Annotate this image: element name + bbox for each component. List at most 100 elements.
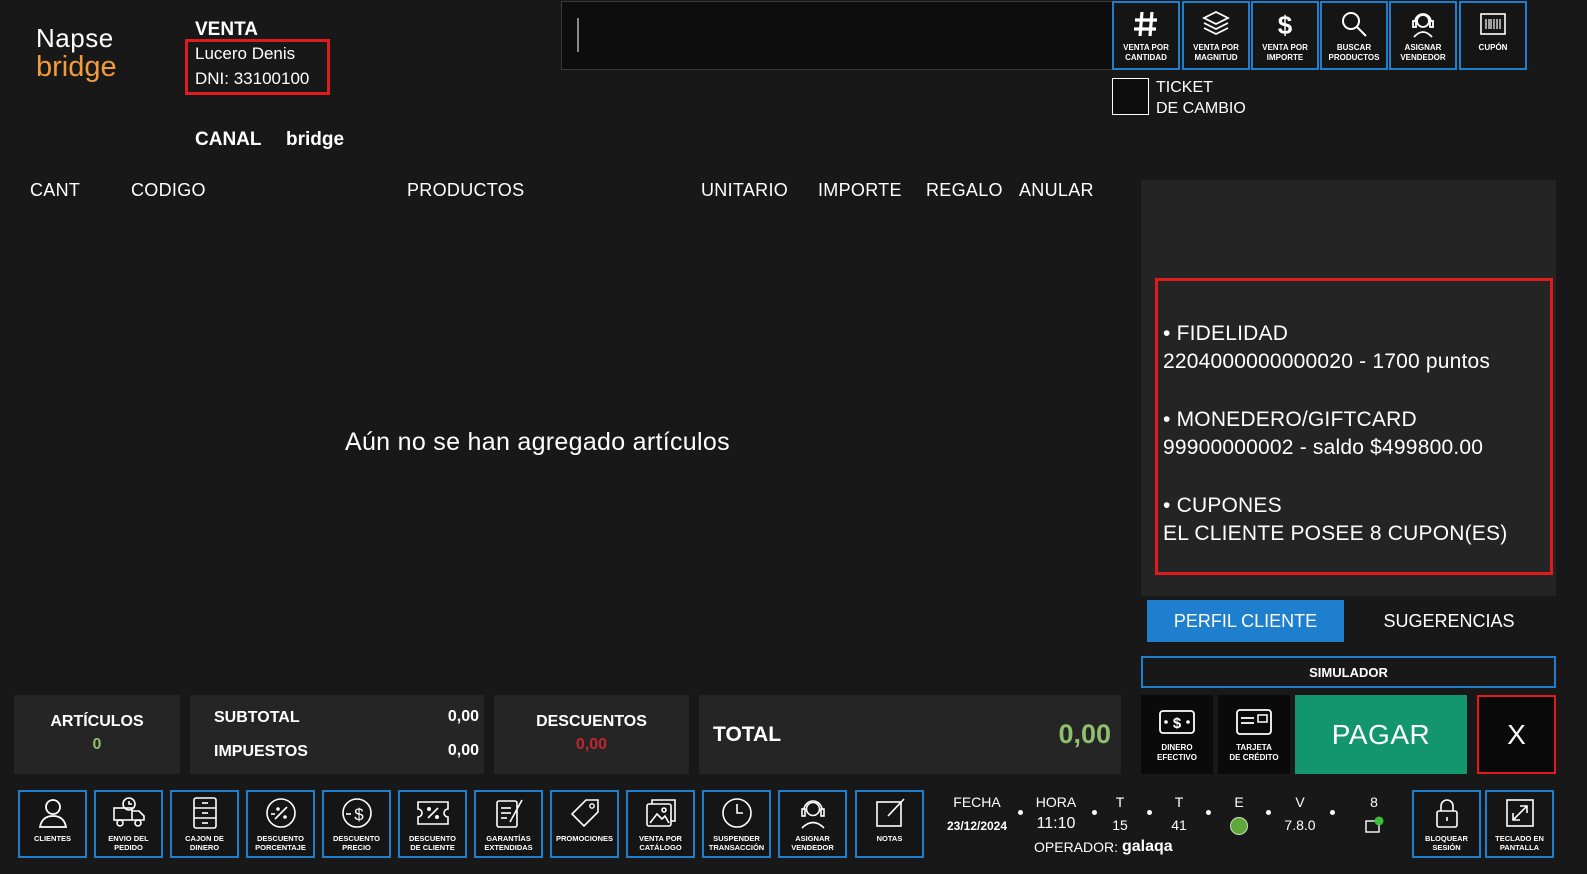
product-search-input[interactable]: [561, 1, 1115, 70]
tag-icon: [570, 799, 599, 828]
ticket-cambio-checkbox[interactable]: [1112, 78, 1149, 115]
cupones-title: • CUPONES: [1163, 494, 1282, 517]
notas-button[interactable]: NOTAS: [855, 790, 924, 858]
tab-sugerencias[interactable]: SUGERENCIAS: [1344, 600, 1554, 642]
hora-label: HORA: [1035, 794, 1077, 810]
garantias-extendidas-button[interactable]: GARANTÍAS EXTENDIDAS: [474, 790, 543, 858]
separator-dot: [1092, 810, 1097, 815]
card-label: TARJETA DE CRÉDITO: [1229, 743, 1279, 762]
suspender-transaccion-button[interactable]: SUSPENDER TRANSACCIÓN: [702, 790, 771, 858]
pagar-button[interactable]: PAGAR: [1295, 695, 1467, 774]
separator-dot: [1147, 810, 1152, 815]
catalog-icon: [645, 799, 676, 827]
articulos-value: 0: [92, 736, 102, 753]
impuestos-value: 0,00: [447, 742, 479, 759]
asignar-vendedor-button[interactable]: ASIGNAR VENDEDOR: [1389, 1, 1457, 70]
articulos-label: ARTÍCULOS: [50, 713, 144, 730]
venta-catalogo-button[interactable]: VENTA POR CATÁLOGO: [626, 790, 695, 858]
svg-text:$: $: [1278, 10, 1293, 39]
customer-dni: DNI: 33100100: [195, 69, 310, 88]
envio-pedido-button[interactable]: ENVIO DEL PEDIDO: [94, 790, 163, 858]
dinero-efectivo-button[interactable]: $ DINERO EFECTIVO: [1141, 695, 1213, 774]
truck-icon: [112, 797, 145, 827]
total-label: TOTAL: [713, 723, 782, 746]
descuento-cliente-button[interactable]: DESCUENTO DE CLIENTE: [398, 790, 467, 858]
hash-icon: [1134, 11, 1157, 37]
bottom-label: ASIGNAR VENDEDOR: [791, 834, 834, 852]
toolbar-label: CUPÓN: [1478, 43, 1508, 52]
expand-icon: [1505, 799, 1534, 827]
cancel-sale-button[interactable]: X: [1477, 695, 1556, 774]
v-label: V: [1295, 794, 1305, 810]
col-header-cant: CANT: [30, 180, 81, 200]
bottom-label: PROMOCIONES: [555, 834, 614, 843]
articulos-box: ARTÍCULOS 0: [14, 695, 180, 774]
cajon-dinero-button[interactable]: CAJON DE DINERO: [170, 790, 239, 858]
fecha-value: 23/12/2024: [946, 819, 1008, 833]
bottom-label: VENTA POR CATÁLOGO: [639, 834, 682, 852]
operador-label: OPERADOR:: [1034, 839, 1119, 855]
descuento-precio-button[interactable]: $ DESCUENTO PRECIO: [322, 790, 391, 858]
coupon-icon: [416, 801, 449, 825]
simulador-button[interactable]: SIMULADOR: [1141, 656, 1556, 688]
fidelidad-title: • FIDELIDAD: [1163, 322, 1289, 345]
promociones-button[interactable]: PROMOCIONES: [550, 790, 619, 858]
text-cursor: [577, 18, 579, 52]
credit-card-icon: [1236, 709, 1272, 735]
lock-icon: [1435, 799, 1458, 828]
venta-por-importe-button[interactable]: $ VENTA POR IMPORTE: [1251, 1, 1319, 70]
subtotal-box: SUBTOTAL 0,00 IMPUESTOS 0,00: [190, 695, 484, 774]
layers-icon: [1201, 10, 1231, 36]
dollar-icon: $: [1278, 10, 1293, 39]
monedero-title: • MONEDERO/GIFTCARD: [1163, 408, 1417, 431]
bottom-label: TECLADO EN PANTALLA: [1495, 834, 1544, 852]
note-icon: [875, 798, 905, 827]
tab-perfil-cliente[interactable]: PERFIL CLIENTE: [1147, 600, 1344, 642]
clock-icon: [721, 798, 752, 828]
tarjeta-credito-button[interactable]: TARJETA DE CRÉDITO: [1218, 695, 1290, 774]
monedero-value: 99900000002 - saldo $499800.00: [1163, 436, 1484, 459]
notification-count: 8: [1370, 794, 1378, 810]
t1-label: T: [1115, 794, 1125, 810]
bottom-label: CLIENTES: [33, 834, 72, 843]
total-box: TOTAL 0,00: [699, 695, 1121, 774]
headset-icon: [1412, 13, 1434, 38]
logo-bridge: bridge: [36, 51, 117, 83]
pos-screen: Napse bridge VENTA Lucero Denis DNI: 331…: [0, 0, 1587, 874]
clientes-button[interactable]: CLIENTES: [18, 790, 87, 858]
cash-icon: $: [1159, 710, 1195, 734]
bottom-label: DESCUENTO PORCENTAJE: [255, 834, 306, 852]
teclado-pantalla-button[interactable]: TECLADO EN PANTALLA: [1485, 790, 1554, 858]
col-header-regalo: REGALO: [926, 180, 1003, 200]
descuentos-value: 0,00: [575, 736, 608, 753]
cupon-button[interactable]: CUPÓN: [1459, 1, 1527, 70]
search-icon: [1342, 12, 1367, 37]
descuento-porcentaje-button[interactable]: DESCUENTO PORCENTAJE: [246, 790, 315, 858]
customer-name: Lucero Denis: [195, 44, 296, 63]
notification-icon[interactable]: [1364, 816, 1384, 834]
bottom-label: ENVIO DEL PEDIDO: [108, 834, 149, 852]
subtotal-value: 0,00: [447, 708, 479, 725]
v-value: 7.8.0: [1284, 817, 1316, 833]
bottom-label: CAJON DE DINERO: [185, 834, 224, 852]
operador-value: galaqa: [1122, 838, 1173, 855]
fidelidad-value: 2204000000000020 - 1700 puntos: [1163, 350, 1491, 373]
col-header-unitario: UNITARIO: [701, 180, 789, 200]
impuestos-label: IMPUESTOS: [214, 743, 308, 760]
col-header-importe: IMPORTE: [818, 180, 902, 200]
venta-por-magnitud-button[interactable]: VENTA POR MAGNITUD: [1182, 1, 1250, 70]
asignar-vendedor-bottom-button[interactable]: ASIGNAR VENDEDOR: [778, 790, 847, 858]
bottom-label: NOTAS: [876, 834, 903, 843]
venta-por-cantidad-button[interactable]: VENTA POR CANTIDAD: [1112, 1, 1180, 70]
toolbar-label: VENTA POR MAGNITUD: [1193, 43, 1239, 62]
buscar-productos-button[interactable]: BUSCAR PRODUCTOS: [1320, 1, 1388, 70]
descuentos-box: DESCUENTOS 0,00: [494, 695, 689, 774]
bottom-label: DESCUENTO DE CLIENTE: [409, 834, 456, 852]
bottom-label: DESCUENTO PRECIO: [333, 834, 380, 852]
price-discount-icon: $: [341, 798, 372, 828]
barcode-icon: [1480, 13, 1506, 35]
bloquear-sesion-button[interactable]: BLOQUEAR SESIÓN: [1412, 790, 1481, 858]
col-header-codigo: CODIGO: [131, 180, 206, 200]
separator-dot: [1206, 810, 1211, 815]
warranty-icon: [495, 799, 523, 828]
